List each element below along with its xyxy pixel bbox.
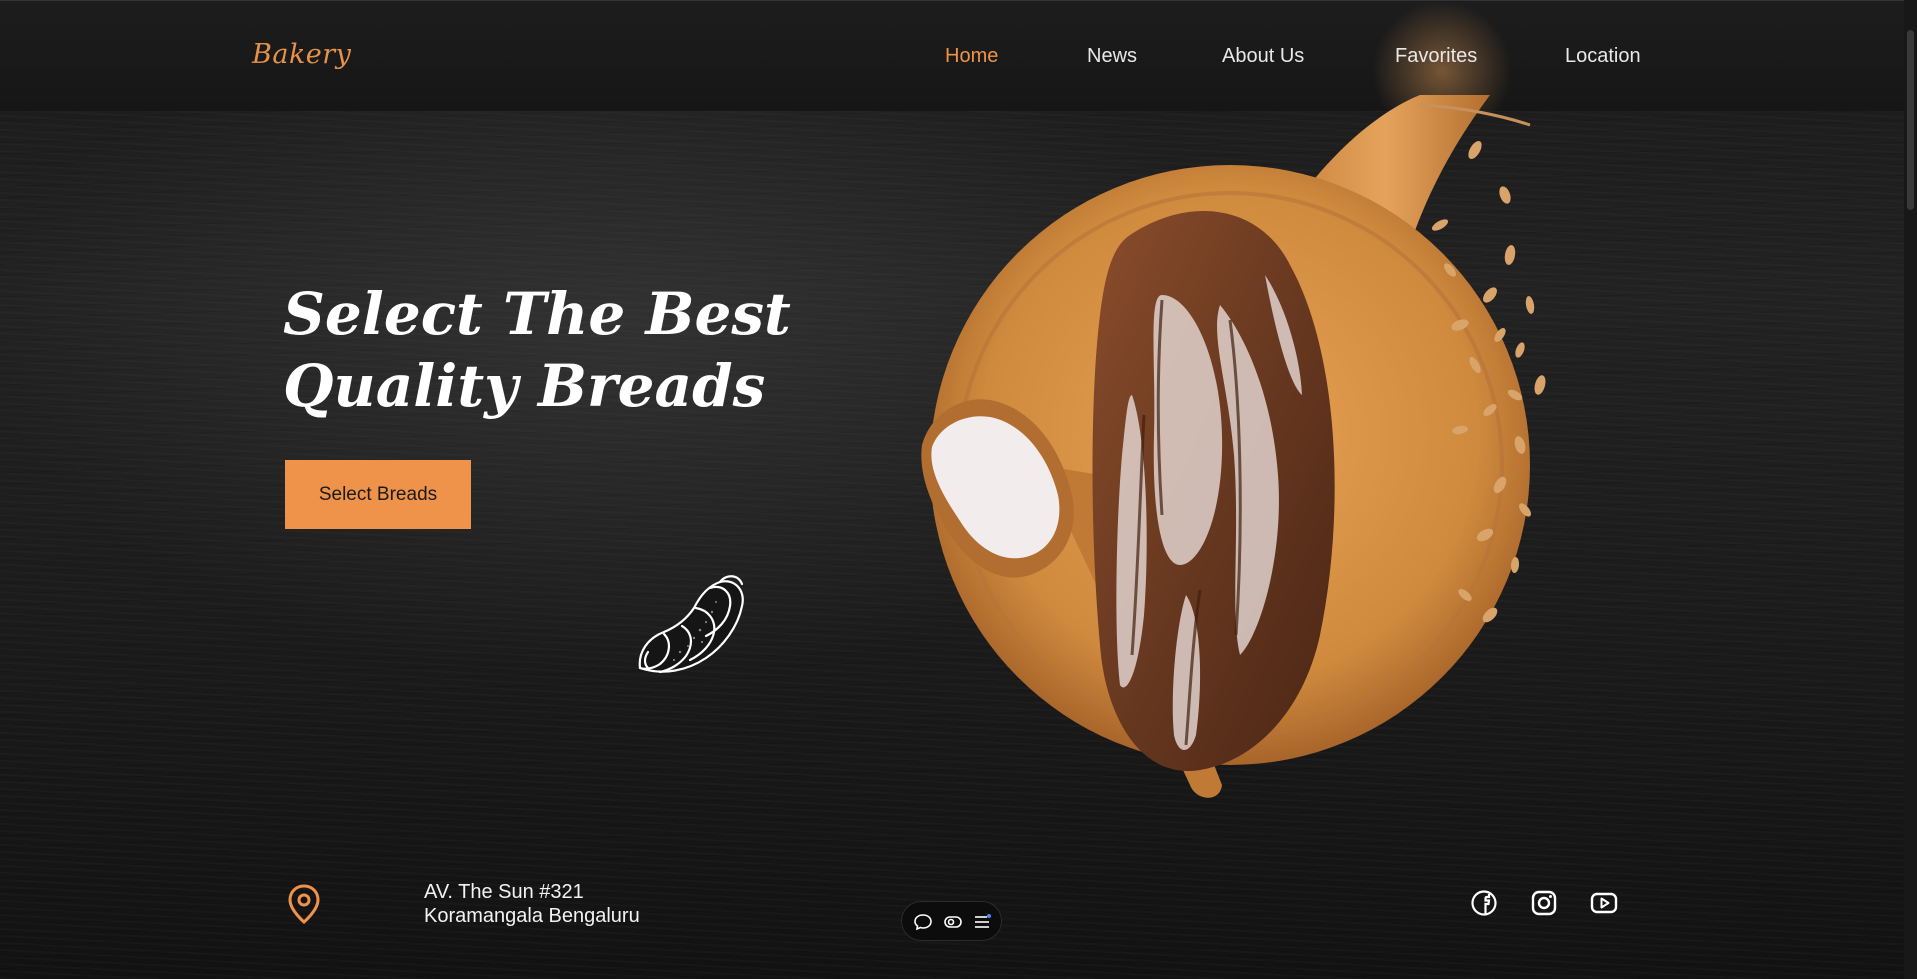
croissant-illustration	[638, 575, 744, 674]
nav-item-about-us[interactable]: About Us	[1222, 45, 1304, 68]
facebook-icon[interactable]	[1470, 889, 1498, 917]
bread-on-board-illustration	[921, 95, 1546, 798]
instagram-icon[interactable]	[1530, 889, 1558, 917]
address-line-2: Koramangala Bengaluru	[424, 905, 640, 927]
floating-toolbar	[901, 901, 1002, 941]
select-breads-button[interactable]: Select Breads	[285, 460, 471, 529]
nav-item-home[interactable]: Home	[945, 45, 998, 68]
address-line-1: AV. The Sun #321	[424, 881, 584, 903]
hero-title: Select The Best Quality Breads	[283, 278, 803, 422]
nav-item-favorites[interactable]: Favorites	[1395, 45, 1477, 68]
main-nav: Home News About Us Favorites Location	[0, 45, 1904, 75]
youtube-icon[interactable]	[1590, 889, 1618, 917]
toggle-icon[interactable]	[943, 912, 963, 932]
nav-item-location[interactable]: Location	[1565, 45, 1641, 68]
menu-lines-icon[interactable]	[972, 912, 992, 932]
nav-item-news[interactable]: News	[1087, 45, 1137, 68]
scrollbar[interactable]	[1904, 0, 1917, 979]
page: Bakery Home News About Us Favorites Loca…	[0, 0, 1917, 979]
address: AV. The Sun #321 Koramangala Bengaluru	[424, 880, 640, 928]
hero-title-line-1: Select The Best	[283, 280, 791, 348]
hero-title-line-2: Quality Breads	[283, 352, 766, 420]
scrollbar-thumb[interactable]	[1907, 30, 1914, 210]
location-pin-icon	[288, 884, 320, 924]
chat-bubble-icon[interactable]	[913, 912, 933, 932]
